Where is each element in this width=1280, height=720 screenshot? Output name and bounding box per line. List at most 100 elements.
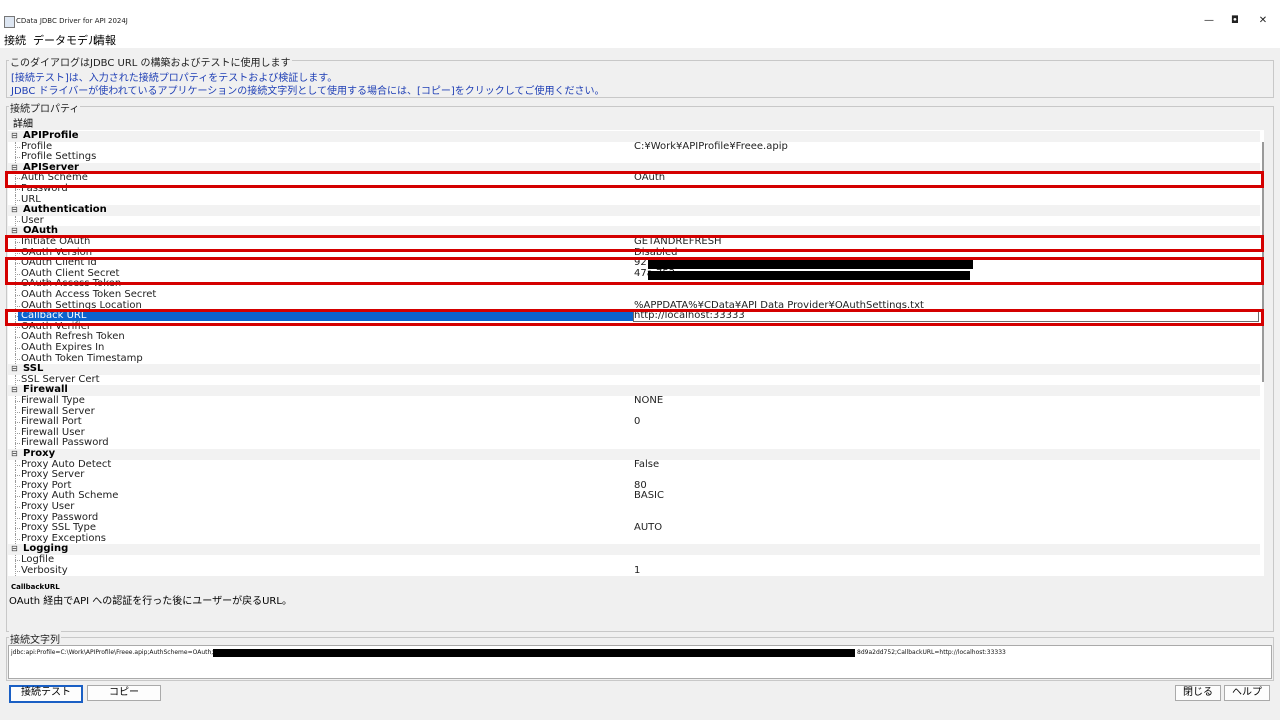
property-row[interactable]: Proxy Exceptions <box>8 533 1260 545</box>
connection-string-suffix: 8d9a2dd752;CallbackURL=http://localhost:… <box>857 649 1006 656</box>
property-value: BASIC <box>634 490 664 502</box>
tree-tick <box>15 189 20 190</box>
collapse-icon[interactable]: ⊟ <box>11 544 18 554</box>
close-button[interactable]: 閉じる <box>1175 685 1221 701</box>
highlight-client-credentials <box>5 257 1264 285</box>
tree-tick <box>15 528 20 530</box>
tree-tick <box>15 348 20 349</box>
connection-string-field[interactable]: jdbc:api:Profile=C:\Work\APIProfile\Free… <box>8 645 1272 679</box>
test-connection-button[interactable]: 接続テスト <box>9 685 83 703</box>
property-row[interactable]: SSL Server Cert <box>8 374 1260 386</box>
property-row[interactable]: Proxy SSL Type AUTO <box>8 522 1260 534</box>
property-row[interactable]: Firewall User <box>8 426 1260 439</box>
property-row[interactable]: OAuth Refresh Token <box>8 331 1260 343</box>
property-name: OAuth Token Timestamp <box>21 352 143 364</box>
property-row[interactable]: URL <box>8 193 1260 206</box>
collapse-icon[interactable]: ⊟ <box>11 385 18 395</box>
highlight-callback-url <box>5 309 1264 326</box>
property-name: OAuth Access Token Secret <box>21 289 157 300</box>
tree-tick <box>15 560 20 561</box>
app-icon <box>4 16 15 28</box>
tree-tick <box>15 157 20 159</box>
property-name: Profile <box>21 140 53 152</box>
property-value: 80 <box>634 479 647 491</box>
property-value: C:¥Work¥APIProfile¥Freee.apip <box>634 140 788 152</box>
tree-tick <box>15 432 20 434</box>
menu-connection[interactable]: 接続 <box>4 32 26 48</box>
property-value: False <box>634 458 660 470</box>
category-ssl[interactable]: ⊟ SSL <box>8 363 1260 375</box>
property-name: OAuth Refresh Token <box>21 331 125 343</box>
property-value: AUTO <box>634 522 663 534</box>
tree-tick <box>15 358 20 360</box>
tree-tick <box>15 538 20 540</box>
property-row[interactable]: Profile Settings <box>8 151 1260 163</box>
connection-string-legend: 接続文字列 <box>9 631 61 646</box>
property-grid[interactable]: ⊟ APIProfile Profile C:¥Work¥APIProfile¥Fre… <box>8 130 1264 576</box>
property-row[interactable]: OAuth Token Timestamp <box>8 352 1260 365</box>
tree-tick <box>15 220 20 222</box>
property-name: Firewall Password <box>21 437 109 449</box>
title-bar: CData JDBC Driver for API 2024J — ◘ ✕ <box>0 0 1280 30</box>
tree-tick <box>15 252 20 254</box>
help-button[interactable]: ヘルプ <box>1224 685 1270 701</box>
tree-tick <box>15 517 20 519</box>
tree-tick <box>15 401 20 402</box>
property-row[interactable]: User <box>8 214 1260 227</box>
properties-legend: 接続プロパティ <box>9 100 81 115</box>
intro-legend: このダイアログはJDBC URL の構築およびテストに使用します <box>9 54 292 69</box>
category-label: Firewall <box>23 384 68 396</box>
property-value: NONE <box>634 395 664 406</box>
minimize-button[interactable]: — <box>1197 14 1221 28</box>
copy-button[interactable]: コピー <box>87 685 161 701</box>
tree-tick <box>15 422 20 424</box>
property-name: Proxy User <box>21 501 75 512</box>
category-logging[interactable]: ⊟ Logging <box>8 543 1260 555</box>
property-name: URL <box>21 193 41 205</box>
window-title: CData JDBC Driver for API 2024J <box>16 17 128 25</box>
property-row[interactable]: Profile C:¥Work¥APIProfile¥Freee.apip <box>8 140 1260 153</box>
property-name: Verbosity <box>21 564 68 576</box>
property-name: Proxy Auto Detect <box>21 458 112 470</box>
menu-info[interactable]: 情報 <box>94 32 116 48</box>
property-value: 0 <box>634 416 641 428</box>
property-row[interactable]: Proxy Auto Detect False <box>8 458 1260 471</box>
property-name: Proxy Password <box>21 511 99 523</box>
collapse-icon[interactable]: ⊟ <box>11 449 18 459</box>
property-name: Firewall Type <box>21 395 85 406</box>
redacted-connection-secret <box>213 649 855 657</box>
property-row[interactable]: Proxy User <box>8 501 1260 513</box>
property-row[interactable]: Verbosity 1 <box>8 564 1260 576</box>
category-label: Logging <box>23 543 69 555</box>
collapse-icon[interactable]: ⊟ <box>11 364 18 374</box>
menu-bar: 接続 データモデル 情報 <box>0 30 1280 48</box>
property-name: Proxy Server <box>21 469 85 481</box>
property-name: Firewall Server <box>21 405 95 417</box>
property-name: Proxy Port <box>21 479 72 491</box>
collapse-icon[interactable]: ⊟ <box>11 205 18 215</box>
tree-tick <box>15 485 20 487</box>
tree-tick <box>15 475 20 477</box>
menu-data-model[interactable]: データモデル <box>33 32 99 48</box>
collapse-icon[interactable]: ⊟ <box>11 131 18 141</box>
connection-string-prefix: jdbc:api:Profile=C:\Work\APIProfile\Free… <box>11 649 214 656</box>
property-name: Proxy Auth Scheme <box>21 490 119 502</box>
property-name: Firewall User <box>21 426 85 438</box>
category-authentication[interactable]: ⊟ Authentication <box>8 204 1260 216</box>
category-label: SSL <box>23 363 44 375</box>
close-window-button[interactable]: ✕ <box>1251 14 1275 28</box>
property-row[interactable]: OAuth Expires In <box>8 342 1260 354</box>
property-row[interactable]: Firewall Type NONE <box>8 395 1260 407</box>
tree-tick <box>15 146 20 148</box>
tree-tick <box>15 464 20 466</box>
intro-line-2: JDBC ドライバーが使われているアプリケーションの接続文字列として使用する場合… <box>11 86 605 97</box>
property-row[interactable]: Proxy Auth Scheme BASIC <box>8 490 1260 502</box>
property-row[interactable]: Firewall Port 0 <box>8 416 1260 428</box>
tree-tick <box>15 326 20 328</box>
category-label: Proxy <box>23 448 56 459</box>
property-name: Firewall Port <box>21 416 82 428</box>
detail-label: 詳細 <box>13 119 33 130</box>
property-row[interactable]: Firewall Password <box>8 437 1260 449</box>
property-name: User <box>21 214 44 226</box>
maximize-button[interactable]: ◘ <box>1223 14 1247 28</box>
